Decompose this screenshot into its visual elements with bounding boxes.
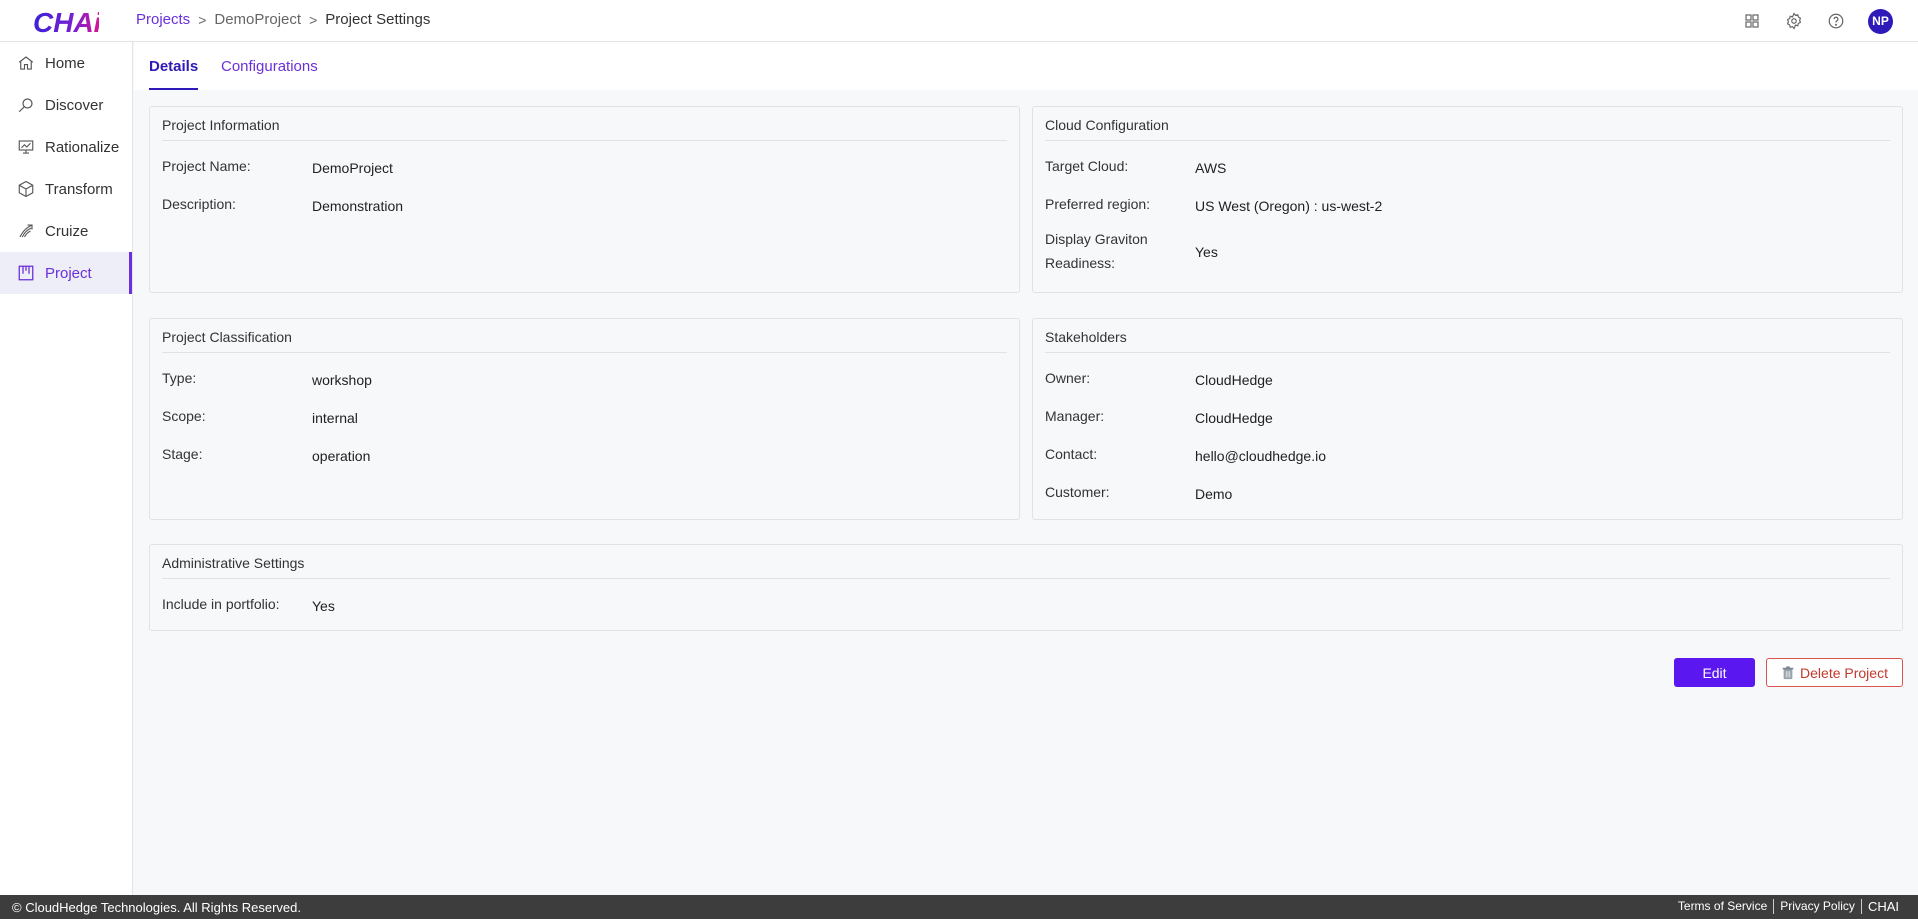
help-icon[interactable] <box>1826 11 1846 31</box>
footer-brand: CHAI <box>1860 899 1905 914</box>
field-value: Demonstration <box>312 198 404 214</box>
field-value: US West (Oregon) : us-west-2 <box>1195 198 1383 214</box>
sidebar-item-transform[interactable]: Transform <box>0 168 132 210</box>
administrative-settings-card: Administrative Settings Include in portf… <box>149 544 1903 631</box>
gear-icon[interactable] <box>1784 11 1804 31</box>
sidebar-item-cruize[interactable]: Cruize <box>0 210 132 252</box>
field-value: workshop <box>312 372 372 388</box>
field-label: Target Cloud: <box>1045 158 1129 174</box>
privacy-policy-link[interactable]: Privacy Policy <box>1773 899 1861 914</box>
sidebar-item-label: Project <box>45 264 92 282</box>
field-label: Scope: <box>162 408 206 424</box>
sidebar-item-label: Cruize <box>45 222 89 240</box>
breadcrumb-separator: > <box>309 11 318 28</box>
trash-icon <box>1781 665 1795 680</box>
field-value: hello@cloudhedge.io <box>1195 448 1326 464</box>
field-label: Project Name: <box>162 158 251 174</box>
field-value: Yes <box>312 598 335 614</box>
field-value: operation <box>312 448 371 464</box>
project-information-card: Project Information Project Name: DemoPr… <box>149 106 1020 293</box>
sidebar-item-rationalize[interactable]: Rationalize <box>0 126 132 168</box>
footer: © CloudHedge Technologies. All Rights Re… <box>0 895 1918 919</box>
delete-project-button[interactable]: Delete Project <box>1766 658 1903 687</box>
breadcrumb-projects[interactable]: Projects <box>136 11 190 28</box>
breadcrumb: Projects > DemoProject > Project Setting… <box>136 11 430 28</box>
field-label-line: Readiness: <box>1045 255 1116 271</box>
cloud-configuration-card: Cloud Configuration Target Cloud: AWS Pr… <box>1032 106 1903 293</box>
field-value: DemoProject <box>312 160 393 176</box>
sidebar: Home Discover Rationalize Transform Crui… <box>0 42 133 895</box>
discover-icon <box>16 95 36 115</box>
edit-button[interactable]: Edit <box>1674 658 1755 687</box>
sidebar-item-project[interactable]: Project <box>0 252 132 294</box>
chai-logo[interactable]: CHAi <box>33 5 99 37</box>
field-value: internal <box>312 410 358 426</box>
rationalize-icon <box>16 137 36 157</box>
field-value: CloudHedge <box>1195 410 1273 426</box>
sidebar-item-label: Transform <box>45 180 113 198</box>
apps-grid-icon[interactable] <box>1742 11 1762 31</box>
tab-details[interactable]: Details <box>149 42 199 90</box>
sidebar-item-label: Home <box>45 54 86 72</box>
top-bar: CHAi Projects > DemoProject > Project Se… <box>0 0 1918 42</box>
tab-configurations[interactable]: Configurations <box>221 42 318 90</box>
delete-project-label: Delete Project <box>1800 664 1888 681</box>
project-classification-card: Project Classification Type: workshop Sc… <box>149 318 1020 520</box>
card-title: Cloud Configuration <box>1045 117 1890 141</box>
field-label: Display Graviton Readiness: <box>1045 227 1185 275</box>
tab-bar: Details Configurations <box>134 42 1918 90</box>
sidebar-item-label: Rationalize <box>45 138 120 156</box>
sidebar-item-discover[interactable]: Discover <box>0 84 132 126</box>
field-label-line: Display Graviton <box>1045 231 1148 247</box>
stakeholders-card: Stakeholders Owner: CloudHedge Manager: … <box>1032 318 1903 520</box>
field-value: Yes <box>1195 244 1218 260</box>
field-label: Include in portfolio: <box>162 596 280 612</box>
sidebar-item-label: Discover <box>45 96 104 114</box>
svg-text:CHAi: CHAi <box>33 7 99 37</box>
card-title: Project Information <box>162 117 1007 141</box>
field-value: CloudHedge <box>1195 372 1273 388</box>
field-value: Demo <box>1195 486 1233 502</box>
field-label: Preferred region: <box>1045 196 1151 212</box>
field-value: AWS <box>1195 160 1227 176</box>
card-title: Administrative Settings <box>162 555 1890 579</box>
sidebar-item-home[interactable]: Home <box>0 42 132 84</box>
project-icon <box>16 263 36 283</box>
breadcrumb-project[interactable]: DemoProject <box>214 11 301 28</box>
breadcrumb-separator: > <box>198 11 207 28</box>
cruize-icon <box>16 221 36 241</box>
field-label: Manager: <box>1045 408 1105 424</box>
user-avatar[interactable]: NP <box>1868 8 1893 34</box>
breadcrumb-current: Project Settings <box>325 11 431 28</box>
footer-links: Terms of Service Privacy Policy CHAI <box>1672 899 1905 914</box>
field-label: Customer: <box>1045 484 1110 500</box>
card-title: Project Classification <box>162 329 1007 353</box>
field-label: Stage: <box>162 446 203 462</box>
terms-of-service-link[interactable]: Terms of Service <box>1672 899 1773 914</box>
field-label: Type: <box>162 370 197 386</box>
home-icon <box>16 53 36 73</box>
transform-icon <box>16 179 36 199</box>
field-label: Description: <box>162 196 236 212</box>
field-label: Contact: <box>1045 446 1098 462</box>
top-actions: NP <box>1742 0 1918 42</box>
copyright-text: © CloudHedge Technologies. All Rights Re… <box>12 900 302 915</box>
card-title: Stakeholders <box>1045 329 1890 353</box>
field-label: Owner: <box>1045 370 1091 386</box>
